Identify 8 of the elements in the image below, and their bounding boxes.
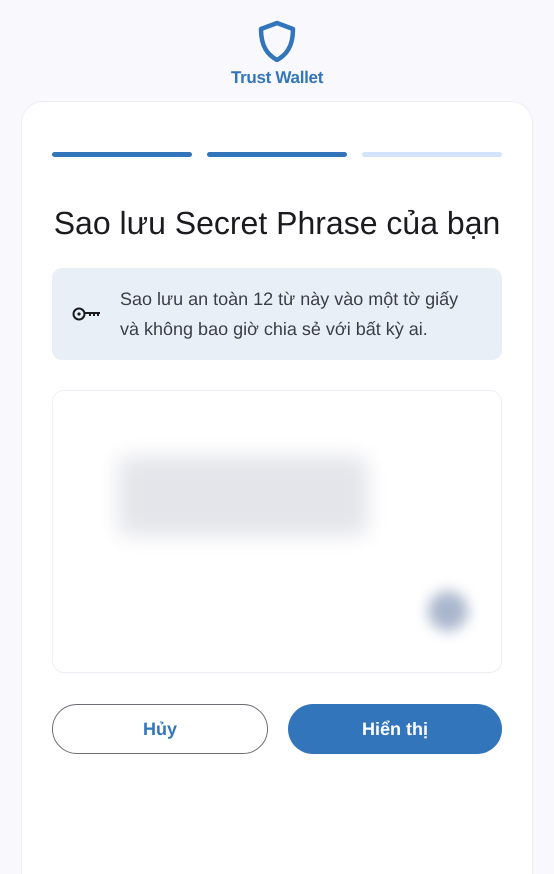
key-icon (72, 307, 102, 321)
shield-logo-icon (258, 20, 296, 62)
show-button[interactable]: Hiển thị (288, 704, 502, 754)
blurred-dot (428, 591, 468, 631)
brand-name: Trust Wallet (230, 68, 324, 88)
page-title: Sao lưu Secret Phrase của bạn (52, 204, 502, 243)
cancel-button[interactable]: Hủy (52, 704, 268, 754)
notice-text: Sao lưu an toàn 12 từ này vào một tờ giấy và không bao giờ chia sẻ với bất kỳ ai. (120, 288, 460, 341)
